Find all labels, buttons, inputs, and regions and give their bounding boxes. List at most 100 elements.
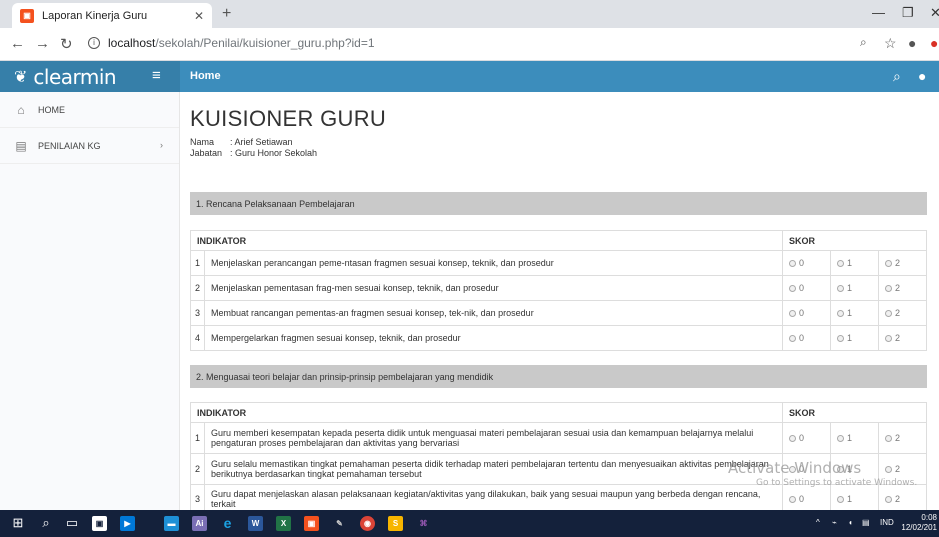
page-title: KUISIONER GURU [190,106,387,131]
radio-button[interactable] [885,260,892,267]
option-label: 2 [895,308,901,318]
score-option-2[interactable]: 2 [878,422,927,454]
activate-windows-watermark: Activate Windows [728,459,862,477]
option-label: 1 [847,258,853,268]
option-label: 0 [799,333,805,343]
score-option-1[interactable]: 1 [830,250,879,276]
windows-start-icon[interactable]: ⊞ [10,515,26,531]
new-tab-icon[interactable]: + [222,5,231,23]
radio-button[interactable] [837,496,844,503]
info-icon[interactable]: i [88,37,100,49]
row-number: 3 [190,484,205,510]
tab-title: Laporan Kinerja Guru [42,9,148,22]
search-icon[interactable]: ⌕ [38,515,54,531]
score-option-1[interactable]: 1 [830,422,879,454]
score-option-0[interactable]: 0 [782,325,831,351]
extension-icon[interactable]: ● [930,35,938,51]
radio-button[interactable] [837,435,844,442]
score-option-1[interactable]: 1 [830,275,879,301]
jabatan-value: : Guru Honor Sekolah [230,148,318,158]
sublime-icon[interactable]: S [388,516,403,531]
url-field[interactable]: i localhost/sekolah/Penilai/kuisioner_gu… [88,36,375,50]
edge-icon[interactable]: e [220,516,235,531]
radio-button[interactable] [885,466,892,473]
radio-button[interactable] [789,285,796,292]
radio-button[interactable] [837,285,844,292]
score-option-0[interactable]: 0 [782,275,831,301]
tab-close-icon[interactable]: ✕ [194,9,204,23]
score-option-1[interactable]: 1 [830,300,879,326]
app-icon[interactable]: ▣ [304,516,319,531]
score-option-0[interactable]: 0 [782,422,831,454]
score-option-1[interactable]: 1 [830,325,879,351]
word-icon[interactable]: W [248,516,263,531]
profile-icon[interactable]: ● [908,35,916,51]
score-option-0[interactable]: 0 [782,300,831,326]
store-icon[interactable]: ▣ [92,516,107,531]
task-view-icon[interactable]: ▭ [64,515,80,531]
row-number: 3 [190,300,205,326]
radio-button[interactable] [837,335,844,342]
home-icon: ⌂ [17,102,25,117]
user-icon[interactable]: ● [918,68,926,84]
radio-button[interactable] [789,310,796,317]
maximize-icon[interactable]: ❐ [902,5,914,21]
forward-icon[interactable]: → [35,35,50,52]
score-option-1[interactable]: 1 [830,484,879,510]
radio-button[interactable] [885,335,892,342]
volume-icon[interactable]: ◖ [848,518,853,527]
score-option-2[interactable]: 2 [878,300,927,326]
score-option-2[interactable]: 2 [878,275,927,301]
table-row: 3 Guru dapat menjelaskan alasan pelaksan… [190,484,927,510]
hamburger-menu-icon[interactable]: ≡ [152,67,161,84]
table-row: 2 Menjelaskan pementasan frag-men sesuai… [190,275,927,301]
jabatan-label: Jabatan [190,148,223,158]
zoom-icon[interactable]: ⌕ [860,35,867,50]
option-label: 0 [799,433,805,443]
radio-button[interactable] [885,285,892,292]
close-window-icon[interactable]: ✕ [930,5,939,21]
radio-button[interactable] [789,260,796,267]
section-header: 2. Menguasai teori belajar dan prinsip-p… [190,365,927,388]
score-option-0[interactable]: 0 [782,484,831,510]
radio-button[interactable] [789,435,796,442]
clock[interactable]: 0:08 12/02/201 [901,513,937,533]
star-icon[interactable]: ☆ [884,35,897,52]
browser-tab-bar: ▣ Laporan Kinerja Guru ✕ + — ❐ ✕ [0,0,939,28]
sidebar-item-penilaian-kg[interactable]: ▤ PENILAIAN KG › [0,128,179,164]
radio-button[interactable] [837,260,844,267]
network-icon[interactable]: ⌁ [832,518,837,527]
sidebar-item-home[interactable]: ⌂ HOME [0,92,179,128]
score-option-2[interactable]: 2 [878,250,927,276]
radio-button[interactable] [885,496,892,503]
chrome-icon[interactable]: ◉ [360,516,375,531]
radio-button[interactable] [789,496,796,503]
explorer-icon[interactable]: ▬ [164,516,179,531]
tool-icon[interactable]: ✎ [332,516,347,531]
option-label: 1 [847,494,853,504]
main-content: KUISIONER GURU Nama: Arief Setiawan Jaba… [180,92,939,510]
vs-icon[interactable]: ⌘ [416,516,431,531]
radio-button[interactable] [789,335,796,342]
radio-button[interactable] [885,435,892,442]
score-option-2[interactable]: 2 [878,484,927,510]
app-ai-icon[interactable]: Ai [192,516,207,531]
tray-chevron-icon[interactable]: ^ [816,518,820,527]
reload-icon[interactable]: ↻ [60,35,73,53]
score-option-0[interactable]: 0 [782,250,831,276]
back-icon[interactable]: ← [10,35,25,52]
language-indicator[interactable]: IND [880,518,894,527]
minimize-icon[interactable]: — [872,5,885,20]
notification-icon[interactable]: ▤ [862,518,870,527]
row-indicator: Menjelaskan pementasan frag-men sesuai k… [204,275,783,301]
search-icon[interactable]: ⌕ [893,68,901,85]
header-title[interactable]: Home [190,70,221,82]
score-option-2[interactable]: 2 [878,325,927,351]
radio-button[interactable] [837,310,844,317]
table-row: 1 Guru memberi kesempatan kepada peserta… [190,422,927,454]
favicon-icon: ▣ [20,8,34,23]
media-icon[interactable]: ▶ [120,516,135,531]
excel-icon[interactable]: X [276,516,291,531]
browser-tab[interactable]: ▣ Laporan Kinerja Guru ✕ [12,3,212,28]
radio-button[interactable] [885,310,892,317]
